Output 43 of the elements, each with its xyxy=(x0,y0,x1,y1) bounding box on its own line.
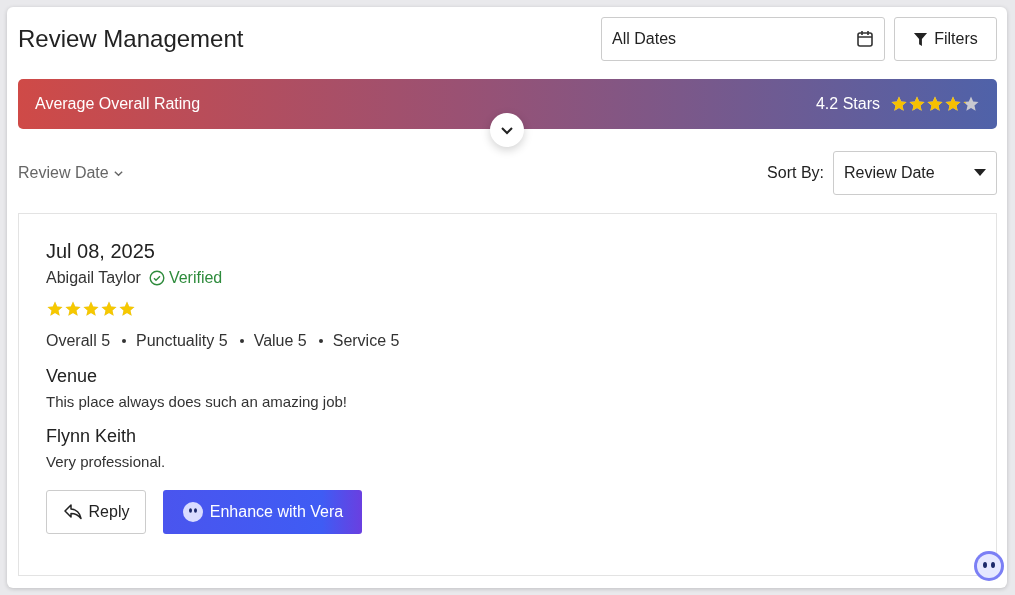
star-icon xyxy=(64,300,82,318)
star-icon xyxy=(908,95,926,113)
expand-button[interactable] xyxy=(490,113,524,147)
score-text: Overall 5 xyxy=(46,332,111,350)
assistant-button[interactable] xyxy=(973,550,1005,582)
verified-label: Verified xyxy=(148,269,223,287)
mascot-icon xyxy=(973,550,1005,582)
mascot-icon xyxy=(181,501,204,523)
star-icon xyxy=(100,300,118,318)
star-icon xyxy=(118,300,136,318)
star-icon xyxy=(82,300,100,318)
reply-icon xyxy=(62,503,83,521)
check-circle-icon xyxy=(148,270,165,286)
filter-icon xyxy=(913,31,929,47)
star-icon xyxy=(46,300,64,318)
score-text: Punctuality 5 xyxy=(136,332,228,350)
caret-icon xyxy=(974,169,986,177)
date-filter-field[interactable]: All Dates xyxy=(601,17,885,61)
group-by-dropdown[interactable]: Review Date xyxy=(18,164,124,182)
star-icon xyxy=(944,95,962,113)
enhance-button[interactable]: Enhance with Vera xyxy=(163,490,362,534)
score-text: Service 5 xyxy=(332,332,400,350)
banner-label: Average Overall Rating xyxy=(35,95,201,113)
star-icon xyxy=(926,95,944,113)
score-text: Value 5 xyxy=(253,332,307,350)
bullet-dot xyxy=(318,339,323,343)
sort-select[interactable]: Review Date xyxy=(833,151,997,195)
rating-reading: 4.2 Stars xyxy=(815,95,880,113)
star-icon xyxy=(890,95,908,113)
reply-button[interactable]: Reply xyxy=(46,490,146,534)
star-icon xyxy=(962,95,980,113)
page-title: Review Management xyxy=(18,25,244,53)
bullet-dot xyxy=(122,339,127,343)
calendar-icon xyxy=(856,30,874,48)
bullet-dot xyxy=(239,339,244,343)
review-text: Very professional. xyxy=(46,453,167,470)
reviewer-name: Abigail Taylor xyxy=(46,269,141,287)
filters-button[interactable]: Filters xyxy=(894,17,997,61)
review-date: Jul 08, 2025 xyxy=(46,240,156,263)
review-text: This place always does such an amazing job! xyxy=(46,393,348,410)
section-title: Venue xyxy=(46,366,99,387)
sort-label: Sort By: xyxy=(767,164,824,182)
section-title: Flynn Keith xyxy=(46,426,138,447)
